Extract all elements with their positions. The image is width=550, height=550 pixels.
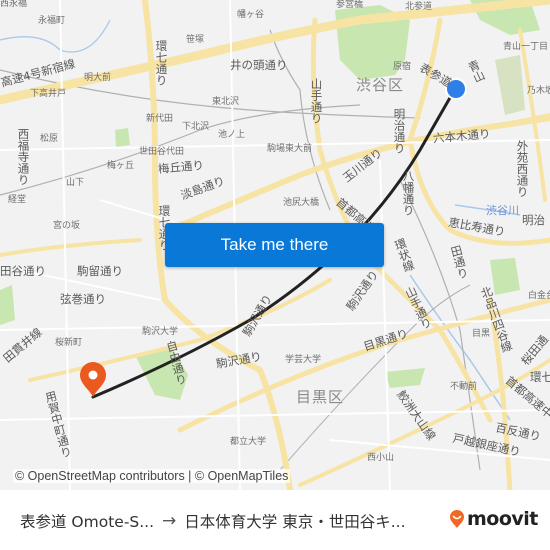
road-label: 環七通り	[154, 40, 169, 86]
park-west	[0, 285, 15, 325]
route-summary: 表参道 Omote-S... → 日本体育大学 東京・世田谷キ...	[20, 510, 406, 532]
place-label: 永福町	[38, 16, 66, 26]
road-label: 駒留通り	[77, 264, 123, 278]
place-label: 乃木坂	[527, 86, 550, 96]
road-label: 外苑西通り	[515, 140, 530, 198]
place-label: 学芸大学	[285, 355, 322, 365]
park-aoyama-cemetery	[495, 55, 525, 115]
place-label: 原宿	[393, 62, 412, 72]
ward-label: 渋谷区	[356, 76, 405, 94]
ward-label: 目黒区	[296, 388, 345, 406]
place-label: 経堂	[8, 195, 27, 205]
road-label: 明治通り	[392, 108, 407, 154]
place-label: 明大前	[84, 73, 112, 83]
place-label: 不動前	[450, 382, 478, 392]
road-label: 井の頭通り	[230, 58, 288, 72]
place-label: 池ノ上	[218, 130, 246, 140]
road-label: 八幡通り	[401, 170, 416, 216]
place-label: 下北沢	[182, 122, 210, 132]
road-label: 田谷通り	[0, 264, 46, 278]
place-label: 西永福	[0, 0, 28, 9]
place-label: 駒場東大前	[267, 144, 313, 154]
place-label: 東北沢	[212, 97, 240, 107]
origin-name: 表参道 Omote-S...	[20, 513, 155, 531]
place-label: 池尻大橋	[283, 198, 320, 208]
place-label: 桜新町	[55, 338, 83, 348]
place-label: 宮の坂	[53, 221, 81, 231]
arrow-right-icon: →	[162, 511, 177, 531]
road-label: 山手通り	[309, 78, 324, 124]
footer-bar: 表参道 Omote-S... → 日本体育大学 東京・世田谷キ... moovi…	[0, 490, 550, 550]
place-label: 幡ヶ谷	[237, 10, 265, 20]
place-label: 西小山	[367, 453, 395, 463]
road-ring	[0, 238, 142, 257]
place-label: 新代田	[146, 114, 174, 124]
place-label: 山下	[66, 178, 85, 188]
place-label: 目黒	[472, 329, 491, 339]
destination-name: 日本体育大学 東京・世田谷キ...	[184, 513, 406, 531]
place-label: 笹塚	[186, 35, 205, 45]
road-label: 明治	[522, 213, 545, 227]
place-label: 下高井戸	[30, 89, 67, 99]
moovit-pin-icon	[450, 510, 464, 528]
road-label: 弦巻通り	[60, 292, 106, 306]
road-label: 西福寺通り	[16, 128, 31, 186]
moovit-logo[interactable]: moovit	[449, 508, 538, 530]
place-label: 参宮橋	[336, 0, 364, 10]
park-shirokane	[490, 258, 520, 295]
place-label: 梅ヶ丘	[107, 161, 135, 171]
map-view[interactable]: 渋谷区 目黒区 高速4号新宿線 環七通り 環七通り 井の頭通り 山手通り 明治通…	[0, 0, 550, 490]
place-label: 都立大学	[230, 437, 267, 447]
map-attribution[interactable]: © OpenStreetMap contributors | © OpenMap…	[13, 469, 291, 483]
place-label: 松原	[40, 134, 59, 144]
take-me-there-button[interactable]: Take me there	[165, 223, 384, 267]
river-label: 渋谷川	[486, 204, 519, 217]
place-label: 世田谷代田	[139, 147, 185, 157]
place-label: 北参道	[405, 2, 433, 12]
park-himonya	[385, 368, 425, 388]
road-label: 環七	[530, 370, 550, 384]
rail-line	[279, 284, 471, 471]
moovit-wordmark: moovit	[467, 508, 538, 530]
place-label: 駒沢大学	[142, 327, 179, 337]
place-label: 青山一丁目	[503, 42, 549, 52]
park-hanegi	[115, 128, 130, 147]
place-label: 白金台	[528, 291, 550, 301]
